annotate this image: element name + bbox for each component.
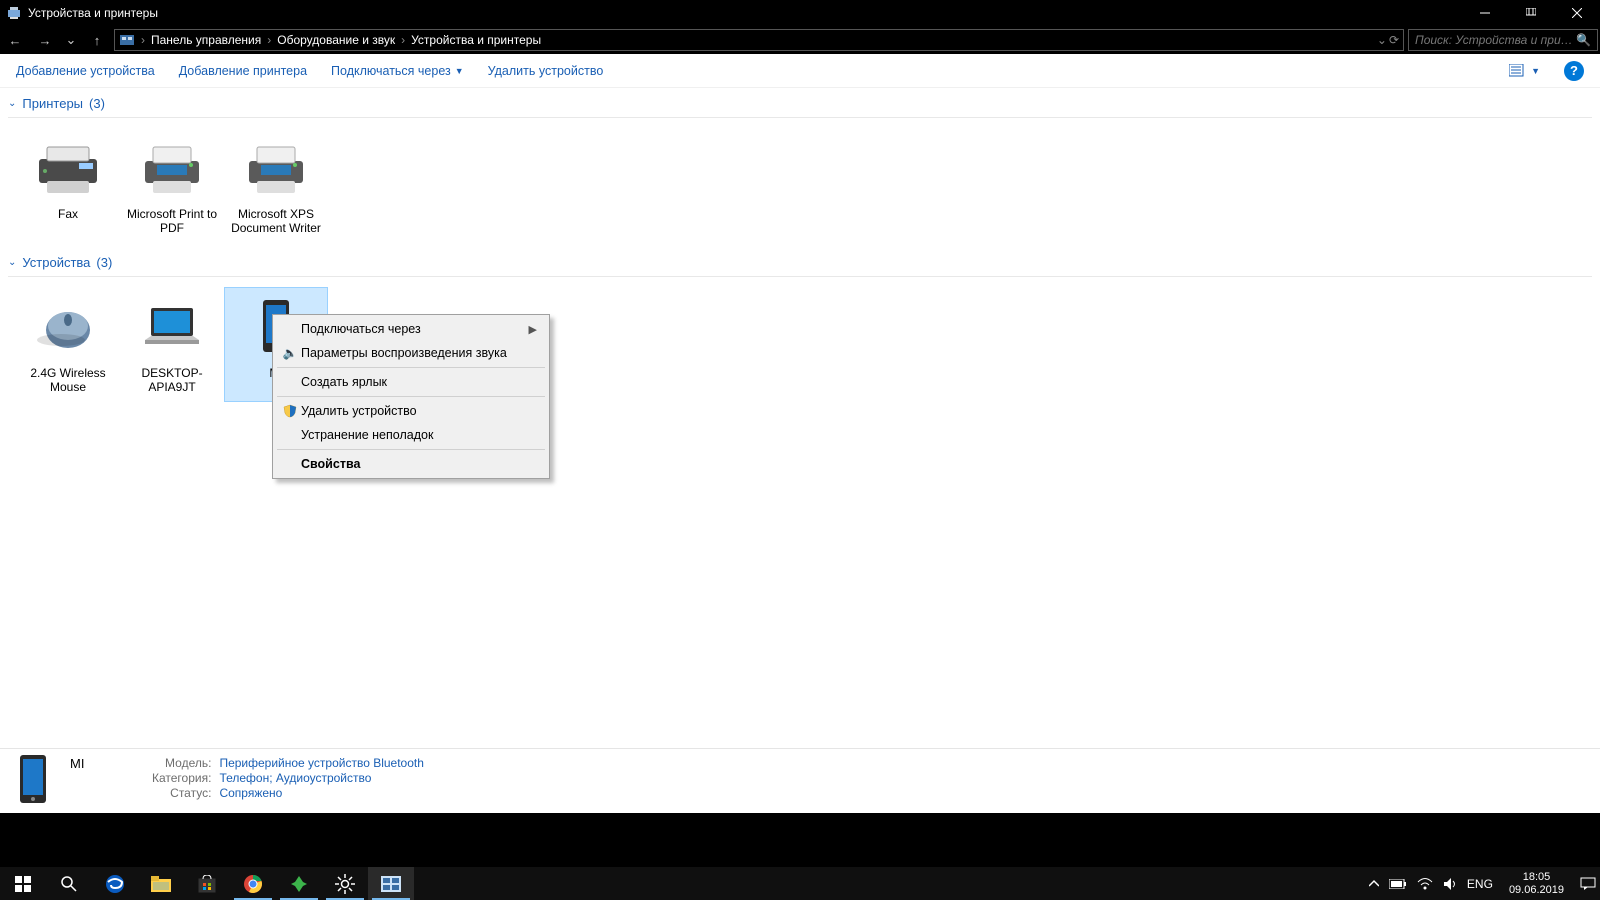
refresh-button[interactable]: ⟳ [1389, 33, 1399, 47]
details-model-label: Модель: [152, 756, 211, 770]
navbar: ← → ⌄ ↑ › Панель управления › Оборудован… [0, 26, 1600, 54]
menu-troubleshoot[interactable]: Устранение неполадок [275, 423, 547, 447]
device-item-print-to-pdf[interactable]: Microsoft Print to PDF [120, 128, 224, 243]
system-tray: ENG 18:05 09.06.2019 [1369, 871, 1600, 896]
main-window: Добавление устройства Добавление принтер… [0, 54, 1600, 813]
taskbar-edge[interactable] [92, 867, 138, 900]
details-pane: MI Модель: Периферийное устройство Bluet… [0, 748, 1600, 813]
menu-sound-playback[interactable]: 🔈 Параметры воспроизведения звука [275, 341, 547, 365]
chevron-down-icon: ▼ [1531, 66, 1540, 76]
command-bar: Добавление устройства Добавление принтер… [0, 54, 1600, 88]
language-indicator[interactable]: ENG [1467, 877, 1493, 891]
nav-forward-button[interactable]: → [32, 28, 58, 52]
chevron-down-icon: ⌄ [8, 257, 16, 268]
maximize-button[interactable] [1508, 0, 1554, 26]
content-area: ⌄ Принтеры (3) Fax Microsoft Print to PD… [0, 88, 1600, 748]
devices-printers-icon [6, 5, 22, 21]
devices-list: 2.4G Wireless Mouse DESKTOP-APIA9JT MI [8, 277, 1600, 410]
device-item-xps-writer[interactable]: Microsoft XPS Document Writer [224, 128, 328, 243]
chevron-right-icon: › [399, 33, 407, 47]
group-header-printers[interactable]: ⌄ Принтеры (3) [8, 92, 1592, 118]
taskbar-store[interactable] [184, 867, 230, 900]
search-input[interactable]: Поиск: Устройства и принте... 🔍 [1408, 29, 1598, 51]
search-icon: 🔍 [1576, 33, 1591, 47]
context-menu: Подключаться через ▶ 🔈 Параметры воспрои… [272, 314, 550, 479]
taskbar-search-button[interactable] [46, 867, 92, 900]
device-item-desktop[interactable]: DESKTOP-APIA9JT [120, 287, 224, 402]
details-name: MI [70, 756, 140, 771]
device-item-fax[interactable]: Fax [16, 128, 120, 243]
chevron-down-icon: ⌄ [8, 98, 16, 109]
menu-create-shortcut[interactable]: Создать ярлык [275, 370, 547, 394]
speaker-icon: 🔈 [279, 346, 301, 360]
control-panel-icon [119, 32, 135, 48]
address-bar[interactable]: › Панель управления › Оборудование и зву… [114, 29, 1404, 51]
group-header-devices[interactable]: ⌄ Устройства (3) [8, 251, 1592, 277]
add-device-button[interactable]: Добавление устройства [16, 64, 155, 78]
taskbar-control-panel[interactable] [368, 867, 414, 900]
laptop-icon [132, 292, 212, 364]
chevron-right-icon: ▶ [529, 323, 537, 336]
fax-icon [28, 133, 108, 205]
taskbar-chrome[interactable] [230, 867, 276, 900]
search-placeholder: Поиск: Устройства и принте... [1415, 33, 1576, 47]
phone-icon [10, 755, 58, 803]
chevron-right-icon: › [265, 33, 273, 47]
details-status-label: Статус: [152, 786, 211, 800]
volume-icon[interactable] [1443, 877, 1457, 891]
details-category-value: Телефон; Аудиоустройство [219, 771, 423, 785]
details-category-label: Категория: [152, 771, 211, 785]
shield-icon [279, 404, 301, 418]
nav-up-button[interactable]: ↑ [84, 28, 110, 52]
window-title: Устройства и принтеры [28, 6, 158, 20]
chevron-down-icon: ▼ [455, 66, 464, 76]
menu-connect-via[interactable]: Подключаться через ▶ [275, 317, 547, 341]
view-options-button[interactable]: ▼ [1509, 64, 1540, 78]
details-model-value: Периферийное устройство Bluetooth [219, 756, 423, 770]
chevron-right-icon: › [139, 33, 147, 47]
battery-icon[interactable] [1389, 879, 1407, 889]
printers-list: Fax Microsoft Print to PDF Microsoft XPS… [8, 118, 1600, 251]
printer-icon [236, 133, 316, 205]
address-dropdown[interactable]: ⌄ [1377, 33, 1387, 47]
start-button[interactable] [0, 867, 46, 900]
clock[interactable]: 18:05 09.06.2019 [1503, 871, 1570, 896]
menu-properties[interactable]: Свойства [275, 452, 547, 476]
wifi-icon[interactable] [1417, 878, 1433, 890]
mouse-icon [28, 292, 108, 364]
help-button[interactable]: ? [1564, 61, 1584, 81]
titlebar: Устройства и принтеры [0, 0, 1600, 26]
taskbar-settings[interactable] [322, 867, 368, 900]
breadcrumb-control-panel[interactable]: Панель управления [151, 33, 261, 47]
taskbar: ENG 18:05 09.06.2019 [0, 867, 1600, 900]
details-status-value: Сопряжено [219, 786, 423, 800]
add-printer-button[interactable]: Добавление принтера [179, 64, 307, 78]
taskbar-explorer[interactable] [138, 867, 184, 900]
tray-overflow-button[interactable] [1369, 879, 1379, 889]
connect-via-button[interactable]: Подключаться через ▼ [331, 64, 464, 78]
close-button[interactable] [1554, 0, 1600, 26]
menu-remove-device[interactable]: Удалить устройство [275, 399, 547, 423]
breadcrumb-hardware-sound[interactable]: Оборудование и звук [277, 33, 395, 47]
action-center-icon[interactable] [1580, 877, 1596, 891]
printer-icon [132, 133, 212, 205]
remove-device-button[interactable]: Удалить устройство [488, 64, 604, 78]
device-item-mouse[interactable]: 2.4G Wireless Mouse [16, 287, 120, 402]
minimize-button[interactable] [1462, 0, 1508, 26]
nav-back-button[interactable]: ← [2, 28, 28, 52]
breadcrumb-devices-printers[interactable]: Устройства и принтеры [411, 33, 541, 47]
nav-recent-dropdown[interactable]: ⌄ [62, 28, 80, 52]
taskbar-app-green[interactable] [276, 867, 322, 900]
